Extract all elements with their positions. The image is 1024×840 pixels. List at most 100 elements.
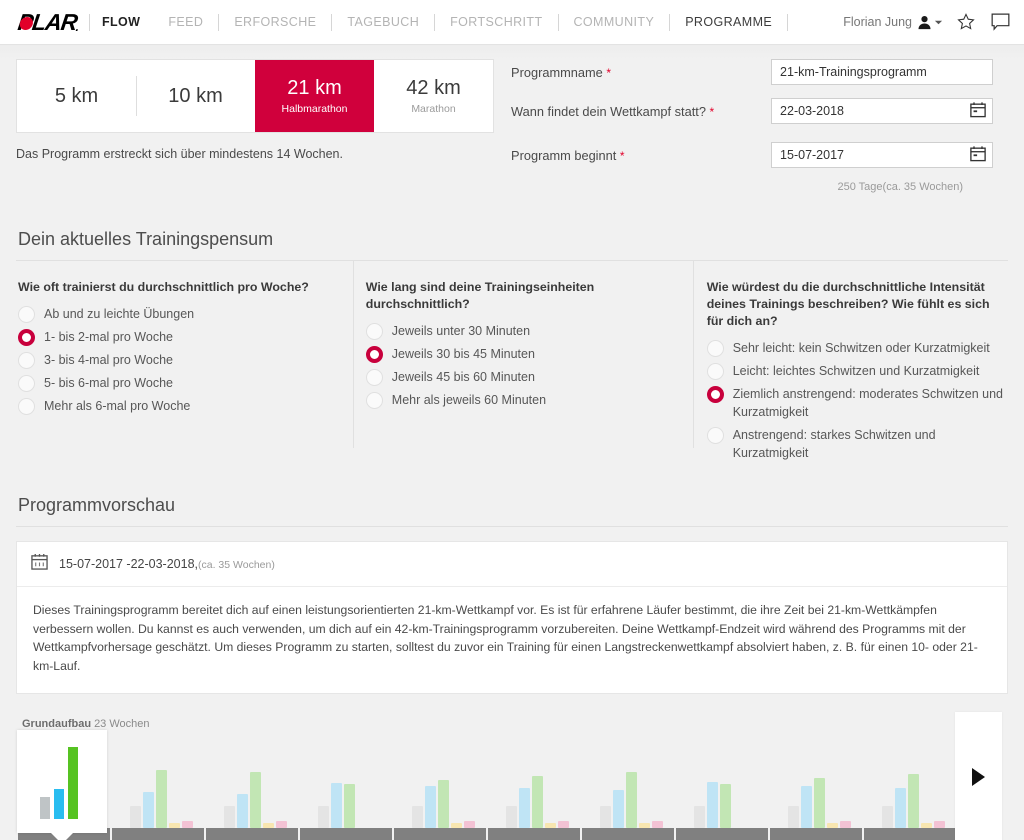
chart-bar-blue: [613, 790, 624, 828]
message-icon[interactable]: [991, 13, 1010, 31]
required-marker: *: [619, 148, 625, 163]
chart-bar-gray: [224, 806, 235, 828]
option-duration-2[interactable]: Jeweils 45 bis 60 Minuten: [365, 368, 693, 386]
option-frequency-0[interactable]: Ab und zu leichte Übungen: [18, 305, 353, 323]
username-label: Florian Jung: [843, 15, 912, 29]
nav-item-community[interactable]: COMMUNITY: [560, 0, 669, 45]
option-label: 5- bis 6-mal pro Woche: [44, 376, 173, 390]
chart-week-segment[interactable]: [676, 828, 768, 840]
nav-item-fortschritt[interactable]: FORTSCHRITT: [436, 0, 556, 45]
chart-bar-yellow: [827, 823, 838, 828]
chart-week-segment[interactable]: [770, 828, 862, 840]
option-intensity-0[interactable]: Sehr leicht: kein Schwitzen oder Kurzatm…: [706, 339, 1008, 357]
radio-icon[interactable]: [18, 375, 35, 392]
top-right-controls: Florian Jung: [843, 13, 1010, 31]
logo-suffix: .: [75, 19, 80, 33]
tooltip-bar-gray: [40, 797, 50, 819]
option-label: Jeweils unter 30 Minuten: [391, 324, 531, 338]
radio-icon-selected[interactable]: [18, 329, 35, 346]
calendar-icon[interactable]: [970, 146, 986, 165]
program-name-input[interactable]: 21-km-Trainingsprogramm: [771, 59, 994, 85]
chart-bar-gray: [318, 806, 329, 828]
radio-icon[interactable]: [706, 340, 724, 357]
nav-item-erforsche[interactable]: ERFORSCHE: [220, 0, 330, 45]
chart-bar-gray: [506, 806, 517, 828]
race-date-value: 22-03-2018: [780, 104, 844, 118]
start-date-input[interactable]: 15-07-2017: [771, 142, 994, 168]
distance-tab-42km[interactable]: 42 km Marathon: [374, 60, 493, 132]
chart-next-button[interactable]: [955, 712, 1002, 840]
chart-bar-green: [908, 774, 919, 828]
program-setup-row: 5 km 10 km 21 km Halbmarathon 42 km Mara…: [0, 59, 1024, 193]
chart-bar-yellow: [263, 823, 274, 828]
option-intensity-3[interactable]: Anstrengend: starkes Schwitzen und Kurza…: [706, 426, 1008, 462]
chevron-down-icon[interactable]: [934, 18, 943, 27]
chart-bar-blue: [895, 788, 906, 828]
radio-icon[interactable]: [706, 427, 724, 444]
chart-week-segment[interactable]: [112, 828, 204, 840]
radio-icon[interactable]: [18, 306, 35, 323]
section-title-programmvorschau: Programmvorschau: [18, 495, 176, 515]
chart-bar-group[interactable]: [412, 780, 475, 828]
chart-bar-gray: [882, 806, 893, 828]
chart-plot-area[interactable]: [0, 702, 1024, 840]
star-icon[interactable]: [957, 13, 975, 31]
chart-week-segment[interactable]: [206, 828, 298, 840]
nav-item-flow[interactable]: FLOW: [91, 0, 154, 45]
distance-selector-column: 5 km 10 km 21 km Halbmarathon 42 km Mara…: [16, 59, 497, 193]
chart-bar-gray: [788, 806, 799, 828]
nav-divider: [434, 13, 436, 31]
option-label: 1- bis 2-mal pro Woche: [44, 330, 173, 344]
required-marker: *: [709, 104, 715, 119]
radio-icon[interactable]: [365, 392, 383, 409]
nav-item-programme[interactable]: PROGRAMME: [671, 0, 786, 49]
nav-item-feed[interactable]: FEED: [154, 0, 217, 45]
option-frequency-3[interactable]: 5- bis 6-mal pro Woche: [18, 374, 353, 392]
radio-icon[interactable]: [365, 369, 383, 386]
chart-bar-group[interactable]: [130, 770, 193, 828]
option-duration-0[interactable]: Jeweils unter 30 Minuten: [365, 322, 693, 340]
option-frequency-4[interactable]: Mehr als 6-mal pro Woche: [18, 397, 353, 415]
polar-logo[interactable]: PLAR.: [16, 9, 81, 36]
chart-bar-group[interactable]: [694, 782, 731, 828]
radio-icon-selected[interactable]: [706, 386, 724, 403]
radio-icon[interactable]: [18, 352, 35, 369]
chart-bar-yellow: [451, 823, 462, 828]
chart-week-segment[interactable]: [864, 828, 956, 840]
race-date-input[interactable]: 22-03-2018: [771, 98, 994, 124]
calendar-icon[interactable]: [970, 102, 986, 121]
chart-week-segment[interactable]: [394, 828, 486, 840]
chart-bar-group[interactable]: [882, 774, 945, 828]
chart-bar-group[interactable]: [506, 776, 569, 828]
nav-item-tagebuch[interactable]: TAGEBUCH: [333, 0, 433, 45]
option-frequency-1[interactable]: 1- bis 2-mal pro Woche: [18, 328, 353, 346]
program-name-value: 21-km-Trainingsprogramm: [780, 65, 927, 79]
radio-icon[interactable]: [706, 363, 724, 380]
radio-icon[interactable]: [365, 323, 383, 340]
radio-icon-selected[interactable]: [365, 346, 383, 363]
distance-tab-5km[interactable]: 5 km: [17, 60, 136, 132]
option-label: Mehr als 6-mal pro Woche: [44, 399, 191, 413]
nav-divider: [218, 13, 220, 31]
distance-tab-21km[interactable]: 21 km Halbmarathon: [255, 60, 374, 132]
chart-bar-group[interactable]: [600, 772, 663, 828]
chart-bar-group[interactable]: [318, 783, 355, 828]
chart-week-segment[interactable]: [300, 828, 392, 840]
option-frequency-2[interactable]: 3- bis 4-mal pro Woche: [18, 351, 353, 369]
chart-bar-group[interactable]: [224, 772, 287, 828]
option-duration-1[interactable]: Jeweils 30 bis 45 Minuten: [365, 345, 693, 363]
radio-icon[interactable]: [18, 398, 35, 415]
chart-week-segment[interactable]: [488, 828, 580, 840]
chart-bar-group[interactable]: [788, 778, 851, 828]
nav-divider: [669, 13, 671, 31]
option-intensity-2[interactable]: Ziemlich anstrengend: moderates Schwitze…: [706, 385, 1008, 421]
program-preview-box: 15-07-2017 -22-03-2018,(ca. 35 Wochen) D…: [16, 541, 1008, 694]
training-volume-questions: Wie oft trainierst du durchschnittlich p…: [0, 261, 1024, 467]
option-duration-3[interactable]: Mehr als jeweils 60 Minuten: [365, 391, 693, 409]
distance-tab-10km[interactable]: 10 km: [136, 60, 255, 132]
chart-bar-green: [250, 772, 261, 828]
chart-week-segment[interactable]: [582, 828, 674, 840]
option-intensity-1[interactable]: Leicht: leichtes Schwitzen und Kurzatmig…: [706, 362, 1008, 380]
chart-bar-pink: [558, 821, 569, 828]
person-icon[interactable]: [917, 15, 932, 30]
